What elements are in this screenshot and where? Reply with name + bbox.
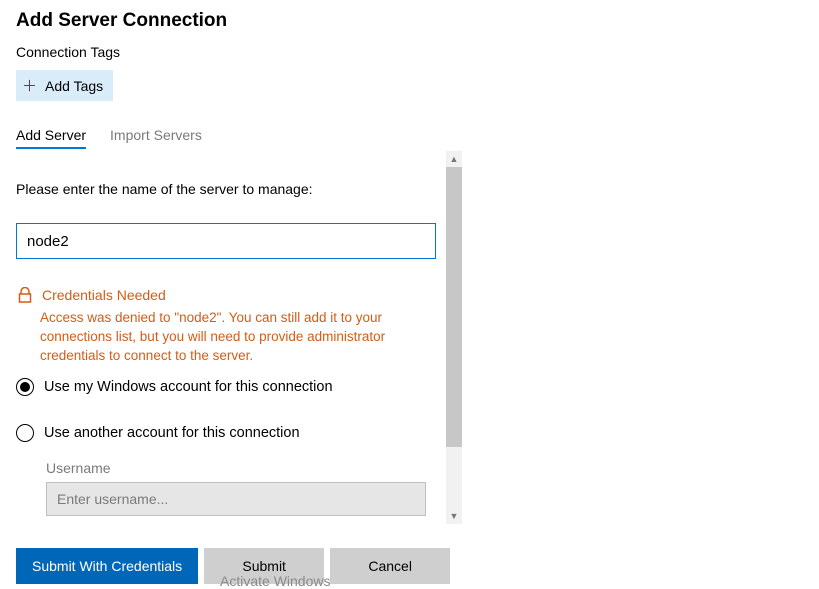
radio-other-label: Use another account for this connection	[44, 425, 300, 441]
scrollbar-track[interactable]: ▲ ▼	[446, 151, 462, 524]
scrollbar-down-arrow-icon[interactable]: ▼	[446, 508, 462, 524]
submit-with-credentials-button[interactable]: Submit With Credentials	[16, 548, 198, 584]
lock-icon	[18, 287, 32, 303]
add-tags-label: Add Tags	[45, 78, 103, 94]
server-name-input[interactable]	[16, 223, 436, 259]
page-title: Add Server Connection	[16, 10, 803, 32]
radio-other-account[interactable]: Use another account for this connection	[16, 424, 452, 442]
connection-tags-heading: Connection Tags	[16, 44, 803, 60]
server-name-prompt: Please enter the name of the server to m…	[16, 181, 452, 197]
button-row: Submit With Credentials Submit Cancel	[16, 548, 450, 584]
scrollbar-up-arrow-icon[interactable]: ▲	[446, 151, 462, 167]
tabs: Add Server Import Servers	[16, 127, 803, 149]
username-label: Username	[46, 460, 452, 476]
credentials-warning: Credentials Needed Access was denied to …	[16, 287, 452, 366]
warning-title: Credentials Needed	[42, 287, 166, 303]
warning-body: Access was denied to "node2". You can st…	[18, 309, 418, 366]
scroll-region: Please enter the name of the server to m…	[16, 151, 462, 524]
cancel-button[interactable]: Cancel	[330, 548, 450, 584]
radio-icon	[16, 378, 34, 396]
radio-windows-account[interactable]: Use my Windows account for this connecti…	[16, 378, 452, 396]
radio-windows-label: Use my Windows account for this connecti…	[44, 379, 333, 395]
tab-add-server[interactable]: Add Server	[16, 127, 86, 149]
scrollbar-thumb[interactable]	[446, 167, 462, 447]
submit-button[interactable]: Submit	[204, 548, 324, 584]
username-input	[46, 482, 426, 516]
plus-icon: ＋	[22, 75, 37, 96]
radio-icon	[16, 424, 34, 442]
add-tags-button[interactable]: ＋ Add Tags	[16, 70, 113, 101]
tab-import-servers[interactable]: Import Servers	[110, 127, 202, 149]
